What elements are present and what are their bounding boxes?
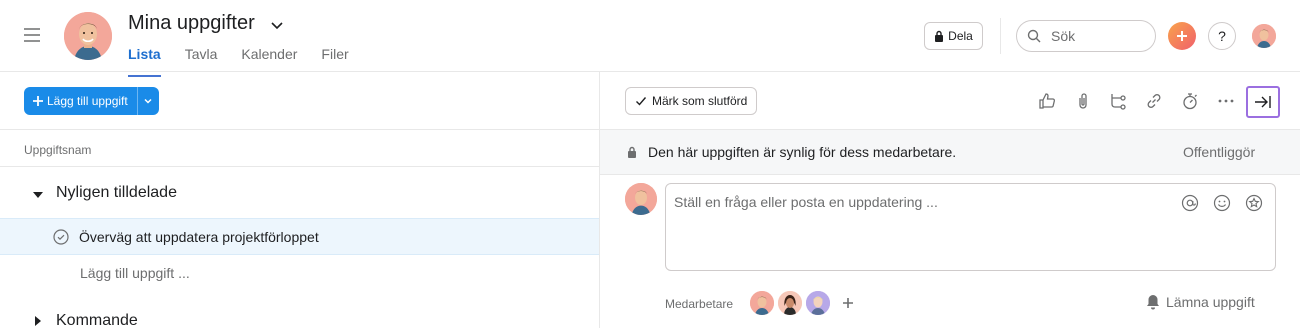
attach-icon[interactable] (1074, 92, 1092, 110)
expand-triangle-icon[interactable] (32, 189, 44, 201)
check-icon (635, 95, 647, 107)
task-list-pane: Lägg till uppgift Uppgiftsnam Nyligen ti… (0, 72, 600, 330)
search-icon (1027, 29, 1041, 43)
search-input[interactable] (1051, 28, 1141, 44)
complete-check-icon[interactable] (53, 229, 69, 245)
page-title: Mina uppgifter (128, 12, 255, 34)
notice-text: Den här uppgiften är synlig för dess med… (648, 144, 957, 160)
create-button[interactable] (1168, 22, 1196, 50)
comment-input[interactable] (674, 194, 1164, 254)
divider (1000, 18, 1001, 54)
add-task-label: Lägg till uppgift (47, 94, 128, 108)
share-label: Dela (948, 29, 973, 43)
collaborator-avatar[interactable] (750, 291, 774, 315)
add-collaborator-icon[interactable] (841, 296, 855, 310)
collaborator-avatar[interactable] (806, 291, 830, 315)
help-button[interactable]: ? (1208, 22, 1236, 50)
subtask-icon[interactable] (1109, 92, 1127, 110)
appreciation-icon[interactable] (1245, 194, 1263, 212)
user-avatar[interactable] (1252, 24, 1276, 48)
collaborators-label: Medarbetare (665, 297, 734, 311)
plus-icon (1176, 30, 1188, 42)
link-icon[interactable] (1145, 92, 1163, 110)
lock-icon (934, 30, 944, 42)
search-field[interactable] (1016, 20, 1156, 52)
divider (0, 166, 600, 167)
emoji-icon[interactable] (1213, 194, 1231, 212)
chevron-down-icon (143, 96, 153, 106)
task-detail-pane: Märk som slutförd Den här uppgiften är s… (599, 72, 1300, 328)
top-bar: Mina uppgifter Lista Tavla Kalender File… (0, 0, 1300, 77)
avatar (625, 183, 657, 215)
add-task-inline[interactable]: Lägg till uppgift ... (80, 265, 190, 281)
column-header-task-name[interactable]: Uppgiftsnam (24, 143, 91, 157)
plus-icon (33, 96, 43, 106)
add-task-button[interactable]: Lägg till uppgift (24, 87, 137, 115)
publish-button[interactable]: Offentliggör (1183, 144, 1255, 160)
leave-task-button[interactable]: Lämna uppgift (1146, 294, 1255, 310)
task-name[interactable]: Överväg att uppdatera projektförloppet (79, 229, 319, 245)
chevron-down-icon[interactable] (270, 18, 284, 32)
like-icon[interactable] (1038, 92, 1056, 110)
more-icon[interactable] (1217, 92, 1235, 110)
timer-icon[interactable] (1181, 92, 1199, 110)
bell-icon (1146, 294, 1160, 310)
hamburger-menu-icon[interactable] (24, 27, 40, 43)
visibility-notice: Den här uppgiften är synlig för dess med… (600, 130, 1300, 175)
comment-composer (665, 183, 1276, 271)
close-pane-icon (1254, 95, 1272, 109)
task-row[interactable]: Överväg att uppdatera projektförloppet (0, 218, 600, 255)
mark-complete-button[interactable]: Märk som slutförd (625, 87, 758, 115)
leave-task-label: Lämna uppgift (1166, 294, 1255, 310)
add-task-split-button: Lägg till uppgift (24, 87, 159, 115)
section-title[interactable]: Kommande (56, 312, 138, 330)
mark-complete-label: Märk som slutförd (652, 94, 748, 108)
close-pane-button[interactable] (1246, 86, 1280, 118)
divider (0, 129, 600, 130)
add-task-dropdown[interactable] (136, 87, 159, 115)
collaborator-avatar[interactable] (778, 291, 802, 315)
avatar (64, 12, 112, 60)
mention-icon[interactable] (1181, 194, 1199, 212)
collapse-triangle-icon[interactable] (33, 316, 43, 326)
share-button[interactable]: Dela (924, 22, 983, 50)
lock-icon (627, 146, 637, 158)
section-title[interactable]: Nyligen tilldelade (56, 184, 177, 202)
